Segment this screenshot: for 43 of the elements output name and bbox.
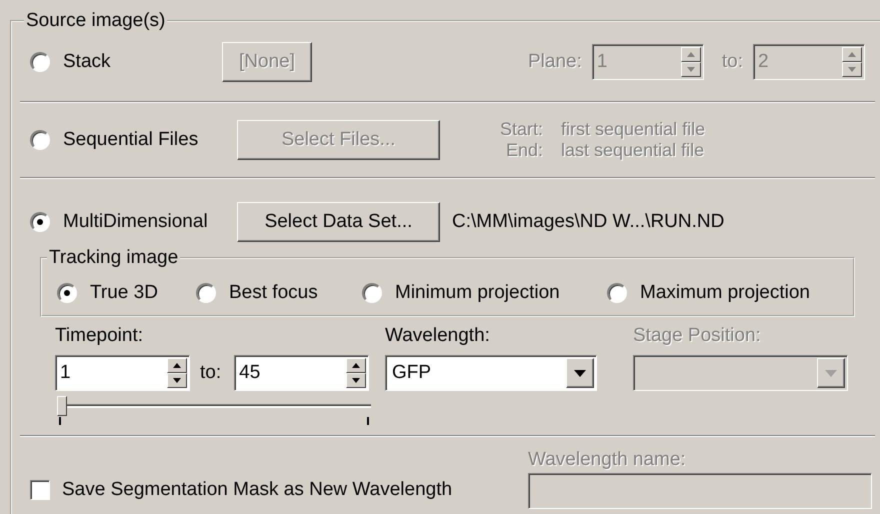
group-title: Tracking image <box>48 247 180 269</box>
slider-thumb[interactable] <box>57 396 67 416</box>
radio-label: Sequential Files <box>63 129 198 151</box>
plane-label: Plane: <box>528 51 582 73</box>
field-label: Wavelength name: <box>528 449 687 471</box>
checkbox-label: Save Segmentation Mask as New Wavelength <box>62 479 452 501</box>
group-title: Source image(s) <box>25 10 166 32</box>
info-value: last sequential file <box>561 140 706 161</box>
input-field[interactable] <box>528 473 872 509</box>
field-label: Stage Position: <box>633 325 762 347</box>
info-value: first sequential file <box>561 119 706 140</box>
file-path: C:\MM\images\ND W...\RUN.ND <box>452 211 724 233</box>
info-label: End: <box>504 140 544 161</box>
checkbox[interactable] <box>30 480 50 500</box>
caret-icon <box>825 370 837 376</box>
spin-buttons[interactable] <box>346 358 366 388</box>
radio-label: MultiDimensional <box>63 211 208 233</box>
radio-button[interactable] <box>362 283 382 303</box>
radio-button[interactable] <box>30 52 50 72</box>
radio-button[interactable] <box>196 283 216 303</box>
radio-button[interactable] <box>30 212 50 232</box>
radio-button[interactable] <box>607 283 627 303</box>
spin-buttons[interactable] <box>680 47 701 77</box>
spin-field[interactable]: 45 <box>234 355 370 391</box>
caret-icon <box>574 370 586 376</box>
radio-label: Stack <box>63 51 111 73</box>
field-label: Wavelength: <box>385 325 491 347</box>
radio-button[interactable] <box>57 283 77 303</box>
radio-label: Best focus <box>229 282 318 304</box>
to-label: to: <box>722 51 743 73</box>
field-label: Timepoint: <box>55 325 144 347</box>
info-label: Start: <box>500 119 544 140</box>
radio-button[interactable] <box>30 130 50 150</box>
spin-field[interactable]: 1 <box>55 355 190 391</box>
spin-buttons[interactable] <box>842 47 862 77</box>
spin-buttons[interactable] <box>167 358 187 388</box>
radio-label: Minimum projection <box>395 282 560 304</box>
radio-label: Maximum projection <box>640 282 810 304</box>
source-button[interactable]: Select Data Set... <box>237 202 440 242</box>
stage-position-dropdown[interactable] <box>633 355 848 391</box>
wavelength-dropdown[interactable]: GFP <box>385 355 597 391</box>
radio-label: True 3D <box>90 282 158 304</box>
to-label: to: <box>200 362 222 384</box>
